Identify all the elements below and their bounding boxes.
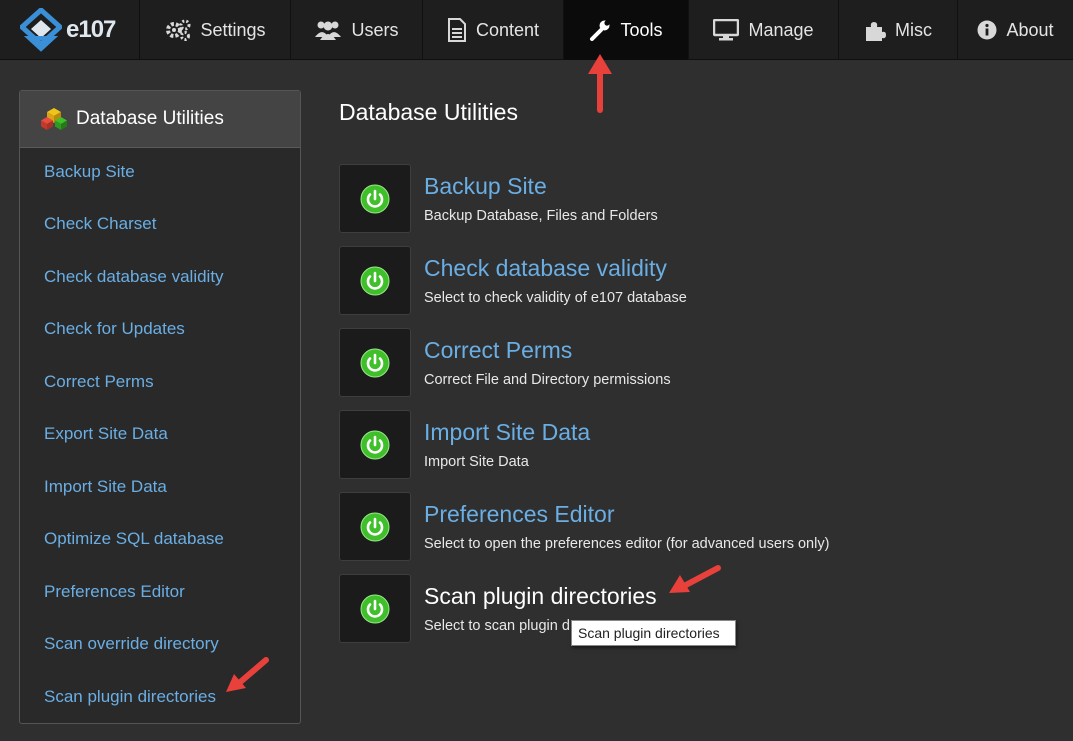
- nav-settings-label: Settings: [200, 19, 266, 40]
- monitor-icon: [713, 19, 740, 41]
- nav-misc-label: Misc: [895, 19, 932, 40]
- utility-power-button[interactable]: [339, 410, 411, 479]
- utility-power-button[interactable]: [339, 328, 411, 397]
- page-title: Database Utilities: [339, 99, 518, 125]
- cubes-icon: [41, 108, 67, 130]
- gears-icon: [166, 19, 191, 41]
- sidebar-item-scan-plugin-directories[interactable]: Scan plugin directories: [44, 687, 216, 707]
- power-icon: [360, 594, 390, 623]
- power-icon: [360, 184, 390, 213]
- utility-title-correct-perms[interactable]: Correct Perms: [424, 337, 572, 364]
- utility-desc: Select to check validity of e107 databas…: [424, 290, 687, 306]
- top-navbar: e107 Settings Users Content Tools Manage…: [0, 0, 1073, 60]
- power-icon: [360, 266, 390, 295]
- e107-logo-icon: [20, 8, 62, 52]
- utility-power-button[interactable]: [339, 246, 411, 315]
- e107-logo[interactable]: e107: [0, 0, 140, 60]
- sidebar-item-check-database-validity[interactable]: Check database validity: [44, 267, 224, 287]
- utility-title-scan-plugin-directories[interactable]: Scan plugin directories: [424, 583, 657, 610]
- sidebar-item-import-site-data[interactable]: Import Site Data: [44, 477, 167, 497]
- users-icon: [315, 21, 342, 40]
- sidebar-item-preferences-editor[interactable]: Preferences Editor: [44, 582, 185, 602]
- nav-tools-label: Tools: [620, 19, 663, 40]
- utility-desc: Correct File and Directory permissions: [424, 372, 671, 388]
- tooltip: Scan plugin directories: [571, 620, 736, 646]
- nav-manage[interactable]: Manage: [689, 0, 839, 60]
- sidebar-item-scan-override-directory[interactable]: Scan override directory: [44, 634, 219, 654]
- utility-desc: Select to open the preferences editor (f…: [424, 536, 830, 552]
- nav-misc[interactable]: Misc: [839, 0, 958, 60]
- sidebar-header: Database Utilities: [20, 91, 300, 148]
- utility-power-button[interactable]: [339, 492, 411, 561]
- annotation-arrow-sidebar: [226, 657, 269, 692]
- utility-desc: Select to scan plugin d: [424, 618, 570, 634]
- nav-content-label: Content: [475, 19, 540, 40]
- sidebar-item-backup-site[interactable]: Backup Site: [44, 162, 135, 182]
- sidebar-item-check-for-updates[interactable]: Check for Updates: [44, 319, 185, 339]
- nav-settings[interactable]: Settings: [141, 0, 291, 60]
- document-icon: [447, 18, 466, 42]
- sidebar: Database Utilities Backup Site Check Cha…: [19, 90, 301, 724]
- utility-title-check-database-validity[interactable]: Check database validity: [424, 255, 667, 282]
- utility-title-preferences-editor[interactable]: Preferences Editor: [424, 501, 614, 528]
- utility-desc: Import Site Data: [424, 454, 529, 470]
- nav-about[interactable]: About: [958, 0, 1073, 60]
- utility-power-button[interactable]: [339, 574, 411, 643]
- utility-title-import-site-data[interactable]: Import Site Data: [424, 419, 590, 446]
- sidebar-item-check-charset[interactable]: Check Charset: [44, 214, 156, 234]
- sidebar-title: Database Utilities: [76, 108, 224, 129]
- nav-about-label: About: [1006, 19, 1054, 40]
- nav-manage-label: Manage: [748, 19, 814, 40]
- sidebar-item-export-site-data[interactable]: Export Site Data: [44, 424, 168, 444]
- nav-tools[interactable]: Tools: [564, 0, 689, 60]
- info-icon: [977, 20, 997, 40]
- power-icon: [360, 512, 390, 541]
- sidebar-item-correct-perms[interactable]: Correct Perms: [44, 372, 154, 392]
- power-icon: [360, 430, 390, 459]
- annotation-arrow-up: [588, 54, 612, 113]
- annotation-arrow-main: [669, 565, 721, 593]
- puzzle-icon: [866, 22, 886, 41]
- nav-users-label: Users: [351, 19, 399, 40]
- nav-users[interactable]: Users: [291, 0, 423, 60]
- utility-desc: Backup Database, Files and Folders: [424, 208, 658, 224]
- sidebar-item-optimize-sql-database[interactable]: Optimize SQL database: [44, 529, 224, 549]
- utility-title-backup-site[interactable]: Backup Site: [424, 173, 547, 200]
- power-icon: [360, 348, 390, 377]
- utility-power-button[interactable]: [339, 164, 411, 233]
- logo-text: e107: [66, 16, 116, 43]
- wrench-icon: [590, 20, 611, 41]
- nav-content[interactable]: Content: [423, 0, 564, 60]
